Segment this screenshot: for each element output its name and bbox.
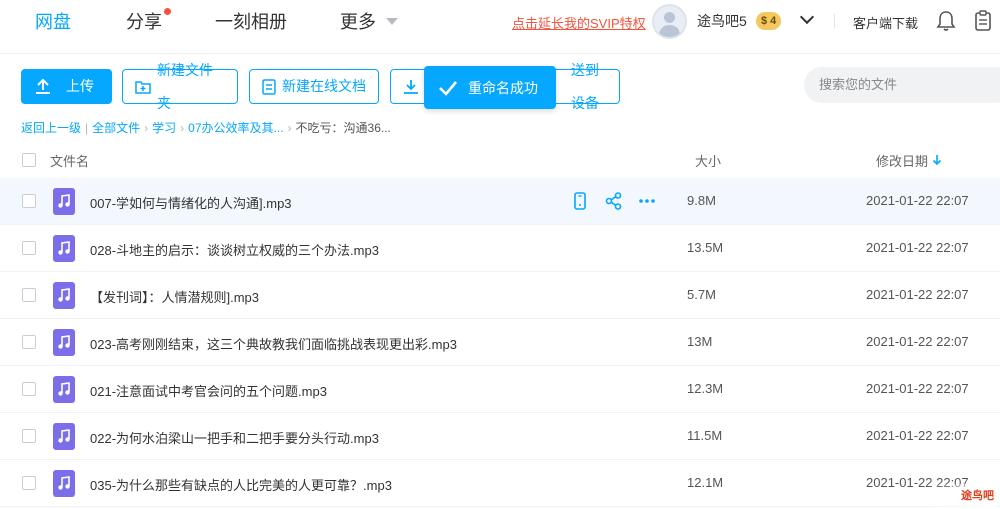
search-input[interactable]: 搜索您的文件 [804, 67, 1000, 103]
audio-file-icon [53, 423, 75, 450]
file-size: 12.3M [687, 381, 724, 396]
avatar[interactable] [652, 4, 687, 39]
file-size: 12.1M [687, 475, 724, 490]
file-name[interactable]: 023-高考刚刚结束，这三个典故教我们面临挑战表现更出彩.mp3 [90, 334, 457, 353]
file-size: 11.5M [687, 428, 723, 443]
table-row[interactable]: 028-斗地主的启示：谈谈树立权威的三个办法.mp3 13.5M 2021-01… [0, 225, 1000, 272]
tab-more[interactable]: 更多 [340, 10, 398, 34]
column-header-size[interactable]: 大小 [695, 151, 721, 170]
file-name[interactable]: 035-为什么那些有缺点的人比完美的人更可靠？.mp3 [90, 475, 392, 494]
svip-extend-link[interactable]: 点击延长我的SVIP特权 [512, 13, 646, 32]
file-size: 5.7M [687, 287, 716, 302]
breadcrumb-separator: › [180, 121, 185, 135]
audio-file-icon [53, 376, 75, 403]
table-row[interactable]: 021-注意面试中考官会问的五个问题.mp3 12.3M 2021-01-22 … [0, 366, 1000, 413]
new-folder-button[interactable]: 新建文件夹 [122, 62, 238, 111]
chevron-down-icon[interactable] [799, 9, 815, 25]
file-name[interactable]: 007-学如何与情绪化的人沟通].mp3 [90, 193, 292, 212]
share-icon[interactable] [604, 191, 624, 211]
table-row[interactable]: 023-高考刚刚结束，这三个典故教我们面临挑战表现更出彩.mp3 13M 202… [0, 319, 1000, 366]
breadcrumb-separator: › [144, 121, 149, 135]
folder-plus-icon [135, 80, 151, 94]
breadcrumb: 返回上一级 | 全部文件 › 学习 › 07办公效率及其... › 不吃亏：沟通36... [21, 119, 391, 136]
breadcrumb-separator: | [85, 121, 89, 135]
caret-down-icon [386, 18, 398, 25]
file-date: 2021-01-22 22:07 [866, 334, 969, 349]
breadcrumb-back[interactable]: 返回上一级 [21, 121, 81, 135]
audio-file-icon [53, 188, 75, 215]
row-checkbox[interactable] [22, 476, 36, 490]
row-checkbox[interactable] [22, 382, 36, 396]
table-row[interactable]: 035-为什么那些有缺点的人比完美的人更可靠？.mp3 12.1M 2021-0… [0, 460, 1000, 507]
file-date: 2021-01-22 22:07 [866, 287, 969, 302]
file-name[interactable]: 022-为何水泊梁山一把手和二把手要分头行动.mp3 [90, 428, 379, 447]
breadcrumb-separator: › [287, 121, 292, 135]
divider [834, 14, 835, 28]
username[interactable]: 途鸟吧5 [697, 11, 747, 31]
upload-icon [36, 78, 50, 94]
table-header: 文件名 大小 修改日期 [0, 147, 1000, 177]
more-options-icon[interactable] [637, 191, 657, 211]
file-date: 2021-01-22 22:07 [866, 240, 969, 255]
breadcrumb-item[interactable]: 学习 [152, 121, 176, 135]
vip-level-badge: $ 4 [756, 12, 782, 30]
check-icon [439, 80, 457, 96]
row-checkbox[interactable] [22, 288, 36, 302]
client-download-link[interactable]: 客户端下载 [853, 13, 918, 32]
avatar-body [659, 25, 680, 37]
row-checkbox[interactable] [22, 194, 36, 208]
audio-file-icon [53, 470, 75, 497]
file-date: 2021-01-22 22:07 [866, 381, 969, 396]
notification-dot [164, 8, 171, 15]
column-header-name[interactable]: 文件名 [50, 151, 89, 170]
clipboard-icon[interactable] [974, 10, 992, 32]
table-row[interactable]: 【发刊词】：人情潜规则].mp3 5.7M 2021-01-22 22:07 [0, 272, 1000, 319]
avatar-head [664, 12, 675, 23]
breadcrumb-current: 不吃亏：沟通36... [295, 121, 391, 135]
file-size: 13.5M [687, 240, 724, 255]
breadcrumb-item[interactable]: 07办公效率及其... [188, 121, 283, 135]
new-online-doc-button[interactable]: 新建在线文档 [249, 69, 379, 104]
top-nav: 网盘 分享 一刻相册 更多 点击延长我的SVIP特权 途鸟吧5 $ 4 客户端下… [0, 0, 1000, 54]
phone-icon[interactable] [570, 191, 590, 211]
breadcrumb-item[interactable]: 全部文件 [92, 121, 140, 135]
row-checkbox[interactable] [22, 335, 36, 349]
tab-share[interactable]: 分享 [126, 8, 171, 34]
column-header-date[interactable]: 修改日期 [876, 151, 928, 170]
download-icon [404, 79, 418, 94]
tab-album[interactable]: 一刻相册 [215, 10, 287, 34]
file-date: 2021-01-22 22:07 [866, 193, 969, 208]
select-all-checkbox[interactable] [22, 153, 36, 167]
upload-button[interactable]: 上传 [21, 69, 112, 104]
rename-success-toast: 重命名成功 [424, 66, 556, 109]
row-checkbox[interactable] [22, 241, 36, 255]
file-name[interactable]: 028-斗地主的启示：谈谈树立权威的三个办法.mp3 [90, 240, 379, 259]
bell-icon[interactable] [936, 10, 956, 32]
file-name[interactable]: 021-注意面试中考官会问的五个问题.mp3 [90, 381, 327, 400]
file-size: 9.8M [687, 193, 716, 208]
table-row[interactable]: 007-学如何与情绪化的人沟通].mp3 9.8M 2021-01-22 22:… [0, 178, 1000, 225]
document-icon [262, 78, 276, 95]
table-row[interactable]: 022-为何水泊梁山一把手和二把手要分头行动.mp3 11.5M 2021-01… [0, 413, 1000, 460]
watermark-logo: 途鸟吧 [926, 484, 998, 508]
file-date: 2021-01-22 22:07 [866, 428, 969, 443]
file-name[interactable]: 【发刊词】：人情潜规则].mp3 [90, 287, 259, 306]
audio-file-icon [53, 329, 75, 356]
sort-down-icon[interactable] [932, 154, 942, 166]
row-checkbox[interactable] [22, 429, 36, 443]
audio-file-icon [53, 282, 75, 309]
audio-file-icon [53, 235, 75, 262]
tab-netdisk[interactable]: 网盘 [35, 10, 71, 34]
file-size: 13M [687, 334, 713, 349]
